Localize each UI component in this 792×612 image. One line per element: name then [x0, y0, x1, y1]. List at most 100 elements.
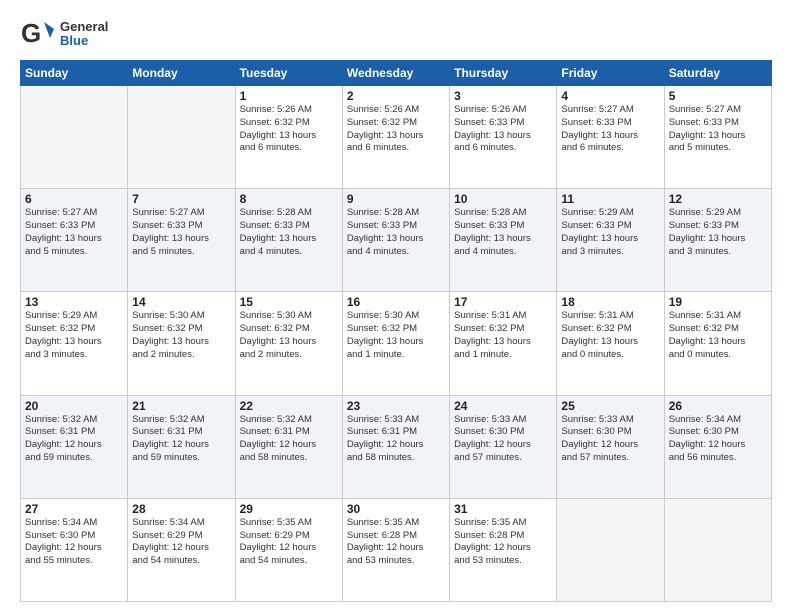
calendar-cell: [128, 86, 235, 189]
day-info: Sunrise: 5:29 AMSunset: 6:33 PMDaylight:…: [669, 207, 767, 258]
calendar-cell: 30Sunrise: 5:35 AMSunset: 6:28 PMDayligh…: [342, 498, 449, 601]
day-number: 23: [347, 399, 445, 413]
calendar-cell: 2Sunrise: 5:26 AMSunset: 6:32 PMDaylight…: [342, 86, 449, 189]
calendar-cell: 4Sunrise: 5:27 AMSunset: 6:33 PMDaylight…: [557, 86, 664, 189]
day-number: 6: [25, 192, 123, 206]
calendar-cell: [664, 498, 771, 601]
day-info: Sunrise: 5:26 AMSunset: 6:32 PMDaylight:…: [240, 104, 338, 155]
day-number: 15: [240, 295, 338, 309]
calendar-header-thursday: Thursday: [450, 61, 557, 86]
day-number: 17: [454, 295, 552, 309]
logo: G General Blue: [20, 16, 108, 52]
day-info: Sunrise: 5:31 AMSunset: 6:32 PMDaylight:…: [454, 310, 552, 361]
day-info: Sunrise: 5:33 AMSunset: 6:30 PMDaylight:…: [561, 414, 659, 465]
day-number: 14: [132, 295, 230, 309]
day-info: Sunrise: 5:35 AMSunset: 6:28 PMDaylight:…: [347, 517, 445, 568]
day-number: 22: [240, 399, 338, 413]
calendar-cell: 10Sunrise: 5:28 AMSunset: 6:33 PMDayligh…: [450, 189, 557, 292]
calendar-cell: 13Sunrise: 5:29 AMSunset: 6:32 PMDayligh…: [21, 292, 128, 395]
calendar-header-sunday: Sunday: [21, 61, 128, 86]
calendar-header-tuesday: Tuesday: [235, 61, 342, 86]
calendar-cell: 7Sunrise: 5:27 AMSunset: 6:33 PMDaylight…: [128, 189, 235, 292]
calendar-cell: 26Sunrise: 5:34 AMSunset: 6:30 PMDayligh…: [664, 395, 771, 498]
calendar-cell: 29Sunrise: 5:35 AMSunset: 6:29 PMDayligh…: [235, 498, 342, 601]
logo-icon: G: [20, 16, 56, 52]
calendar-cell: 23Sunrise: 5:33 AMSunset: 6:31 PMDayligh…: [342, 395, 449, 498]
day-number: 9: [347, 192, 445, 206]
day-number: 11: [561, 192, 659, 206]
calendar-cell: 11Sunrise: 5:29 AMSunset: 6:33 PMDayligh…: [557, 189, 664, 292]
calendar-cell: 9Sunrise: 5:28 AMSunset: 6:33 PMDaylight…: [342, 189, 449, 292]
day-number: 28: [132, 502, 230, 516]
day-number: 18: [561, 295, 659, 309]
day-info: Sunrise: 5:27 AMSunset: 6:33 PMDaylight:…: [669, 104, 767, 155]
day-number: 1: [240, 89, 338, 103]
calendar-week-row: 1Sunrise: 5:26 AMSunset: 6:32 PMDaylight…: [21, 86, 772, 189]
calendar-cell: 31Sunrise: 5:35 AMSunset: 6:28 PMDayligh…: [450, 498, 557, 601]
calendar-header-monday: Monday: [128, 61, 235, 86]
calendar-cell: 18Sunrise: 5:31 AMSunset: 6:32 PMDayligh…: [557, 292, 664, 395]
day-info: Sunrise: 5:30 AMSunset: 6:32 PMDaylight:…: [240, 310, 338, 361]
calendar-cell: 27Sunrise: 5:34 AMSunset: 6:30 PMDayligh…: [21, 498, 128, 601]
calendar-cell: 20Sunrise: 5:32 AMSunset: 6:31 PMDayligh…: [21, 395, 128, 498]
day-info: Sunrise: 5:34 AMSunset: 6:30 PMDaylight:…: [25, 517, 123, 568]
calendar-cell: [21, 86, 128, 189]
day-info: Sunrise: 5:34 AMSunset: 6:30 PMDaylight:…: [669, 414, 767, 465]
day-number: 25: [561, 399, 659, 413]
day-number: 30: [347, 502, 445, 516]
day-info: Sunrise: 5:31 AMSunset: 6:32 PMDaylight:…: [669, 310, 767, 361]
page: G General Blue SundayMondayTuesdayWednes…: [0, 0, 792, 612]
day-number: 8: [240, 192, 338, 206]
day-number: 10: [454, 192, 552, 206]
svg-text:G: G: [21, 18, 41, 48]
calendar-cell: 1Sunrise: 5:26 AMSunset: 6:32 PMDaylight…: [235, 86, 342, 189]
calendar-cell: 17Sunrise: 5:31 AMSunset: 6:32 PMDayligh…: [450, 292, 557, 395]
day-info: Sunrise: 5:28 AMSunset: 6:33 PMDaylight:…: [240, 207, 338, 258]
day-number: 2: [347, 89, 445, 103]
day-info: Sunrise: 5:29 AMSunset: 6:33 PMDaylight:…: [561, 207, 659, 258]
calendar-cell: 22Sunrise: 5:32 AMSunset: 6:31 PMDayligh…: [235, 395, 342, 498]
calendar-cell: 5Sunrise: 5:27 AMSunset: 6:33 PMDaylight…: [664, 86, 771, 189]
day-number: 7: [132, 192, 230, 206]
day-info: Sunrise: 5:27 AMSunset: 6:33 PMDaylight:…: [132, 207, 230, 258]
day-info: Sunrise: 5:30 AMSunset: 6:32 PMDaylight:…: [347, 310, 445, 361]
calendar-cell: 21Sunrise: 5:32 AMSunset: 6:31 PMDayligh…: [128, 395, 235, 498]
day-info: Sunrise: 5:28 AMSunset: 6:33 PMDaylight:…: [454, 207, 552, 258]
day-info: Sunrise: 5:26 AMSunset: 6:33 PMDaylight:…: [454, 104, 552, 155]
logo-general: General: [60, 20, 108, 34]
day-info: Sunrise: 5:33 AMSunset: 6:30 PMDaylight:…: [454, 414, 552, 465]
day-number: 4: [561, 89, 659, 103]
calendar-week-row: 13Sunrise: 5:29 AMSunset: 6:32 PMDayligh…: [21, 292, 772, 395]
calendar-cell: 12Sunrise: 5:29 AMSunset: 6:33 PMDayligh…: [664, 189, 771, 292]
calendar-table: SundayMondayTuesdayWednesdayThursdayFrid…: [20, 60, 772, 602]
day-number: 20: [25, 399, 123, 413]
calendar-week-row: 27Sunrise: 5:34 AMSunset: 6:30 PMDayligh…: [21, 498, 772, 601]
day-info: Sunrise: 5:32 AMSunset: 6:31 PMDaylight:…: [25, 414, 123, 465]
calendar-header-friday: Friday: [557, 61, 664, 86]
calendar-cell: 19Sunrise: 5:31 AMSunset: 6:32 PMDayligh…: [664, 292, 771, 395]
calendar-cell: 3Sunrise: 5:26 AMSunset: 6:33 PMDaylight…: [450, 86, 557, 189]
day-info: Sunrise: 5:27 AMSunset: 6:33 PMDaylight:…: [561, 104, 659, 155]
day-number: 13: [25, 295, 123, 309]
calendar-week-row: 6Sunrise: 5:27 AMSunset: 6:33 PMDaylight…: [21, 189, 772, 292]
day-info: Sunrise: 5:26 AMSunset: 6:32 PMDaylight:…: [347, 104, 445, 155]
calendar-cell: 15Sunrise: 5:30 AMSunset: 6:32 PMDayligh…: [235, 292, 342, 395]
day-number: 3: [454, 89, 552, 103]
calendar-cell: 16Sunrise: 5:30 AMSunset: 6:32 PMDayligh…: [342, 292, 449, 395]
day-number: 5: [669, 89, 767, 103]
calendar-cell: 24Sunrise: 5:33 AMSunset: 6:30 PMDayligh…: [450, 395, 557, 498]
day-number: 12: [669, 192, 767, 206]
day-info: Sunrise: 5:34 AMSunset: 6:29 PMDaylight:…: [132, 517, 230, 568]
logo-text-block: General Blue: [60, 20, 108, 49]
day-number: 19: [669, 295, 767, 309]
calendar-cell: 8Sunrise: 5:28 AMSunset: 6:33 PMDaylight…: [235, 189, 342, 292]
day-number: 31: [454, 502, 552, 516]
day-number: 21: [132, 399, 230, 413]
day-info: Sunrise: 5:27 AMSunset: 6:33 PMDaylight:…: [25, 207, 123, 258]
calendar-header-saturday: Saturday: [664, 61, 771, 86]
day-info: Sunrise: 5:30 AMSunset: 6:32 PMDaylight:…: [132, 310, 230, 361]
day-info: Sunrise: 5:32 AMSunset: 6:31 PMDaylight:…: [132, 414, 230, 465]
calendar-header-wednesday: Wednesday: [342, 61, 449, 86]
day-number: 24: [454, 399, 552, 413]
calendar-cell: [557, 498, 664, 601]
